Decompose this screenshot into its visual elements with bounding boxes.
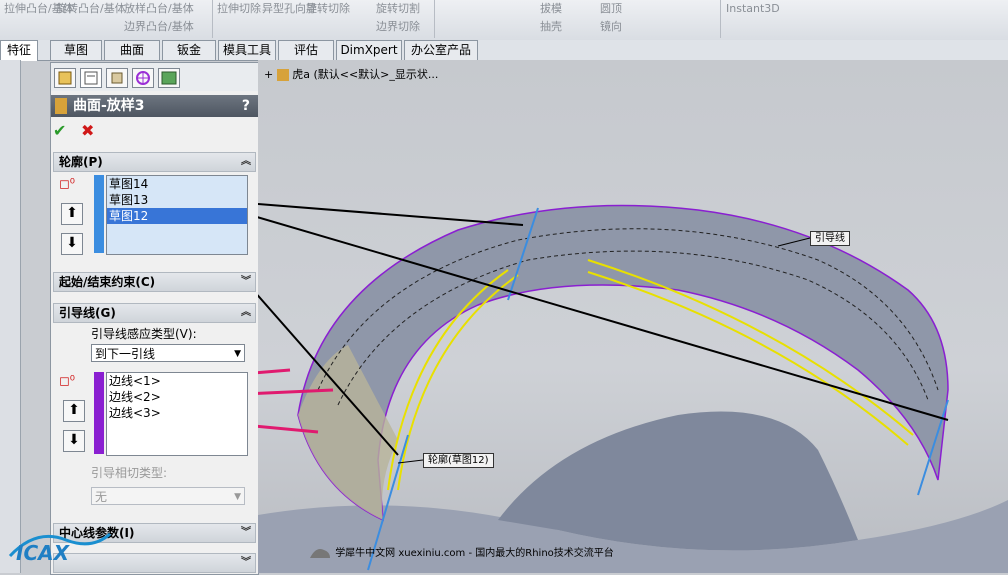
guide-callout-label[interactable]: 引导线	[810, 231, 850, 246]
profile-list[interactable]: 草图14 草图13 草图12	[106, 175, 248, 255]
ribbon-item-instant3d[interactable]: Instant3D	[726, 2, 780, 15]
panel-tabs	[51, 63, 258, 91]
arrow-down-icon: ⬇	[66, 235, 78, 251]
help-button[interactable]: ?	[242, 95, 250, 117]
guide-group-header[interactable]: 引导线(G) ︽	[53, 303, 256, 323]
tab-sketch[interactable]: 草图	[50, 40, 102, 60]
ribbon-item-loft-boss[interactable]: 放样凸台/基体	[124, 2, 194, 15]
ribbon-item-revolve-cut[interactable]: 旋转切除	[306, 2, 350, 15]
start-end-group-header[interactable]: 起始/结束约束(C) ︾	[53, 272, 256, 292]
list-item[interactable]: 草图13	[107, 192, 247, 208]
ribbon-item-boundary-boss[interactable]: 边界凸台/基体	[124, 20, 194, 33]
move-up-button[interactable]: ⬆	[61, 203, 83, 225]
expand-icon[interactable]: ︾	[241, 273, 251, 291]
arrow-up-icon: ⬆	[68, 402, 80, 418]
ok-button[interactable]: ✔	[53, 121, 66, 140]
guide-tangent-select: 无 ▼	[91, 487, 245, 505]
ribbon-item-shell[interactable]: 抽壳	[540, 20, 562, 33]
list-item[interactable]: 边线<1>	[107, 373, 247, 389]
ribbon-item-draft[interactable]: 拔模	[540, 2, 562, 15]
guide-tangent-label: 引导相切类型:	[91, 466, 168, 480]
ribbon-divider	[720, 0, 721, 38]
callout-line	[258, 202, 524, 226]
tab-office-products[interactable]: 办公室产品	[404, 40, 478, 60]
property-manager: 曲面-放样3 ? ✔ ✖ 轮廓(P) ︽ ◻⁰ 草图14 草图13 草图12 ⬆…	[50, 62, 259, 575]
selection-focus-bar	[94, 175, 104, 253]
loft-surface-icon	[55, 98, 67, 114]
guide-selection-icon: ◻⁰	[59, 374, 76, 389]
tab-mold-tools[interactable]: 模具工具	[218, 40, 276, 60]
feature-tree-icon[interactable]	[54, 68, 76, 88]
ribbon-divider	[434, 0, 435, 38]
guide-callout-line	[258, 368, 291, 375]
arrow-down-icon: ⬇	[68, 432, 80, 448]
guide-tangent-value: 无	[95, 490, 108, 504]
graphics-area[interactable]: + 虎a (默认<<默认>_显示状... ⊕ ⊙ ↺ ▥ ◧▾ ◆▾ ◎▾ ● …	[258, 60, 1008, 573]
guide-selection-bar	[94, 372, 104, 454]
chevron-down-icon[interactable]: ▼	[234, 345, 241, 363]
footer-watermark: 学犀牛中文网 xuexiniu.com - 国内最大的Rhino技术交流平台	[308, 544, 614, 562]
ribbon-item-swept-cut[interactable]: 旋转切割	[376, 2, 420, 15]
cancel-button[interactable]: ✖	[81, 121, 94, 140]
guide-move-down-button[interactable]: ⬇	[63, 430, 85, 452]
panel-title: 曲面-放样3	[73, 98, 145, 114]
ribbon-item-revolve-boss[interactable]: 旋转凸台/基体	[56, 2, 126, 15]
guide-group-label: 引导线(G)	[59, 306, 116, 320]
list-item[interactable]: 草图12	[107, 208, 247, 224]
profile-label-leader	[397, 459, 424, 464]
profile-selection-icon: ◻⁰	[59, 177, 76, 192]
ribbon-divider	[212, 0, 213, 38]
chevron-down-icon: ▼	[234, 492, 241, 502]
ribbon-item-dome[interactable]: 圆顶	[600, 2, 622, 15]
property-manager-icon[interactable]	[80, 68, 102, 88]
panel-title-bar: 曲面-放样3 ?	[51, 95, 258, 117]
profile-group-label: 轮廓(P)	[59, 155, 103, 169]
guide-move-up-button[interactable]: ⬆	[63, 400, 85, 422]
arrow-up-icon: ⬆	[66, 205, 78, 221]
footer-text: 学犀牛中文网 xuexiniu.com - 国内最大的Rhino技术交流平台	[335, 548, 614, 559]
tab-sheet-metal[interactable]: 钣金	[162, 40, 216, 60]
start-end-group-label: 起始/结束约束(C)	[59, 275, 156, 289]
tab-features[interactable]: 特征	[0, 40, 38, 61]
list-item[interactable]: 边线<2>	[107, 389, 247, 405]
list-item[interactable]: 草图14	[107, 176, 247, 192]
expand-icon[interactable]: ︾	[241, 554, 251, 572]
tab-evaluate[interactable]: 评估	[278, 40, 334, 60]
move-down-button[interactable]: ⬇	[61, 233, 83, 255]
tab-surfaces[interactable]: 曲面	[104, 40, 160, 60]
display-manager-icon[interactable]	[158, 68, 180, 88]
collapse-icon[interactable]: ︽	[241, 153, 251, 171]
guide-influence-value: 到下一引线	[95, 347, 156, 361]
watermark-logo: ICAX	[6, 526, 116, 568]
collapse-icon[interactable]: ︽	[241, 304, 251, 322]
ribbon-item-extrude-cut[interactable]: 拉伸切除	[217, 2, 261, 15]
configuration-icon[interactable]	[106, 68, 128, 88]
ribbon-item-boundary-cut[interactable]: 边界切除	[376, 20, 420, 33]
list-item[interactable]: 边线<3>	[107, 405, 247, 421]
profile-callout-label[interactable]: 轮廓(草图12)	[423, 453, 494, 468]
rhino-icon	[308, 544, 332, 562]
guide-list[interactable]: 边线<1> 边线<2> 边线<3>	[106, 372, 248, 456]
profile-group-header[interactable]: 轮廓(P) ︽	[53, 152, 256, 172]
watermark-text: ICAX	[16, 541, 71, 565]
ribbon-item-mirror[interactable]: 镜向	[600, 20, 622, 33]
guide-influence-select[interactable]: 到下一引线 ▼	[91, 344, 245, 362]
ribbon: 拉伸凸台/基体 旋转凸台/基体 放样凸台/基体 边界凸台/基体 拉伸切除 异型孔…	[0, 0, 1008, 41]
tab-dimxpert[interactable]: DimXpert	[336, 40, 402, 60]
guide-influence-label: 引导线感应类型(V):	[91, 327, 197, 341]
expand-icon[interactable]: ︾	[241, 524, 251, 542]
left-toolbar	[0, 60, 21, 573]
dimxpert-icon[interactable]	[132, 68, 154, 88]
command-tabs: 特征 草图 曲面 钣金 模具工具 评估 DimXpert 办公室产品	[0, 40, 1008, 61]
model-view	[258, 202, 1008, 573]
